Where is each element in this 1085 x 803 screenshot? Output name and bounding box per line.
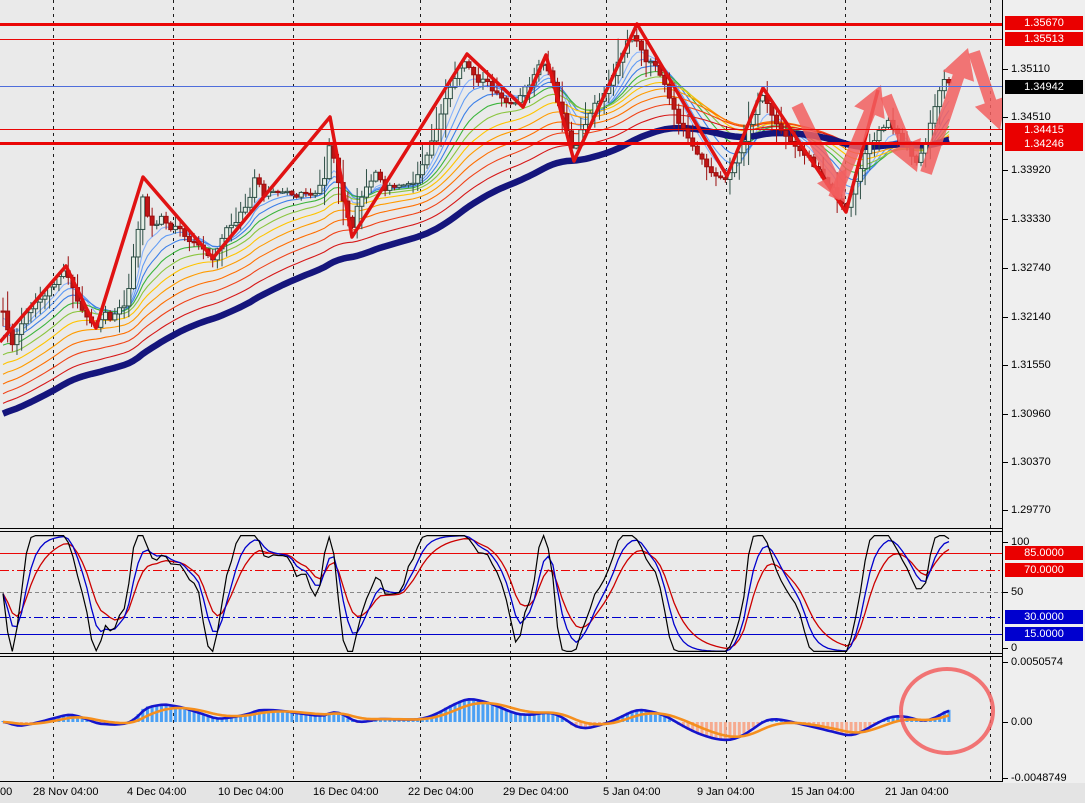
time-label: 16 Dec 04:00 xyxy=(313,786,379,798)
rainbow-ma-line xyxy=(2,114,950,404)
forecast-arrow-up-2[interactable] xyxy=(920,48,975,175)
axis-tick-mark xyxy=(1003,542,1008,543)
price-tick-label: 1.35110 xyxy=(1011,63,1050,75)
axis-tick-mark xyxy=(1003,462,1008,463)
price-tick-label: 50 xyxy=(1011,586,1024,598)
axis-tick-mark xyxy=(1003,365,1008,366)
resistance-badge-1: 1.35670 xyxy=(1005,16,1083,30)
osc-slow-line xyxy=(2,538,950,649)
trading-chart-window: 1.35110 1.34510 1.33920 1.33330 1.32740 1.321… xyxy=(0,0,1085,803)
time-label: 29 Dec 04:00 xyxy=(503,786,569,798)
time-label: 4 Dec 04:00 xyxy=(127,786,187,798)
slow-ma-line xyxy=(1,124,950,417)
time-label: 9 Jan 04:00 xyxy=(697,786,755,798)
axis-tick-mark xyxy=(1003,69,1008,70)
price-axis[interactable]: 1.35110 1.34510 1.33920 1.33330 1.32740 1.321… xyxy=(1003,0,1085,784)
main-price-panel[interactable] xyxy=(0,0,1006,529)
oscillator-panel[interactable] xyxy=(0,532,1002,653)
support-badge-2: 1.34246 xyxy=(1005,137,1083,151)
axis-tick-mark xyxy=(1003,662,1008,663)
time-label: 15 Jan 04:00 xyxy=(791,786,855,798)
time-label: 10 Dec 04:00 xyxy=(218,786,284,798)
forecast-arrow-down-2[interactable] xyxy=(880,93,921,172)
macd-panel[interactable] xyxy=(1,657,995,781)
forecast-arrow-down-3[interactable] xyxy=(968,50,1006,130)
price-tick-label: 1.33920 xyxy=(1011,164,1051,176)
axis-tick-mark xyxy=(1003,414,1008,415)
axis-tick-mark xyxy=(1003,510,1008,511)
price-tick-label: 0.00 xyxy=(1011,716,1033,728)
axis-tick-mark xyxy=(1003,117,1008,118)
rainbow-ma-line xyxy=(2,51,950,331)
chart-canvas[interactable] xyxy=(0,0,1085,783)
price-tick-label: 1.32140 xyxy=(1011,311,1051,323)
axis-tick-mark xyxy=(1003,778,1008,779)
price-tick-label: 1.30960 xyxy=(1011,408,1051,420)
time-label: 28 Nov 04:00 xyxy=(33,786,99,798)
price-tick-label: 1.33330 xyxy=(1011,213,1051,225)
axis-tick-mark xyxy=(1003,722,1008,723)
price-tick-label: 1.32740 xyxy=(1011,262,1051,274)
axis-tick-mark xyxy=(1003,219,1008,220)
price-tick-label: 0 xyxy=(1011,642,1018,654)
price-tick-label: 1.29770 xyxy=(1011,504,1051,516)
candles-series xyxy=(0,28,952,355)
time-label: 22 Dec 04:00 xyxy=(408,786,474,798)
support-badge-1: 1.34415 xyxy=(1005,123,1083,137)
axis-tick-mark xyxy=(1003,592,1008,593)
osc-badge-70: 70.0000 xyxy=(1005,563,1083,577)
price-tick-label: 1.31550 xyxy=(1011,359,1051,371)
axis-tick-mark xyxy=(1003,268,1008,269)
osc-badge-15: 15.0000 xyxy=(1005,627,1083,641)
time-label: 21 Jan 04:00 xyxy=(885,786,949,798)
resistance-badge-2: 1.35513 xyxy=(1005,32,1083,46)
axis-tick-mark xyxy=(1003,648,1008,649)
current-price-badge: 1.34942 xyxy=(1005,80,1083,94)
price-tick-label: 0.0050574 xyxy=(1011,656,1063,668)
price-tick-label: 1.30370 xyxy=(1011,456,1051,468)
axis-tick-mark xyxy=(1003,317,1008,318)
osc-badge-85: 85.0000 xyxy=(1005,546,1083,560)
zigzag-line[interactable] xyxy=(0,22,880,344)
axis-tick-mark xyxy=(1003,170,1008,171)
macd-signal-line xyxy=(2,701,950,739)
time-label: 00 xyxy=(0,786,13,798)
macd-histogram xyxy=(1,698,951,741)
chart-svg xyxy=(0,0,1085,782)
time-axis[interactable]: 00 28 Nov 04:00 4 Dec 04:00 10 Dec 04:00 16 … xyxy=(0,783,1085,803)
price-tick-label: 1.34510 xyxy=(1011,111,1051,123)
osc-badge-30: 30.0000 xyxy=(1005,610,1083,624)
time-label: 5 Jan 04:00 xyxy=(603,786,661,798)
macd-line xyxy=(2,697,950,742)
